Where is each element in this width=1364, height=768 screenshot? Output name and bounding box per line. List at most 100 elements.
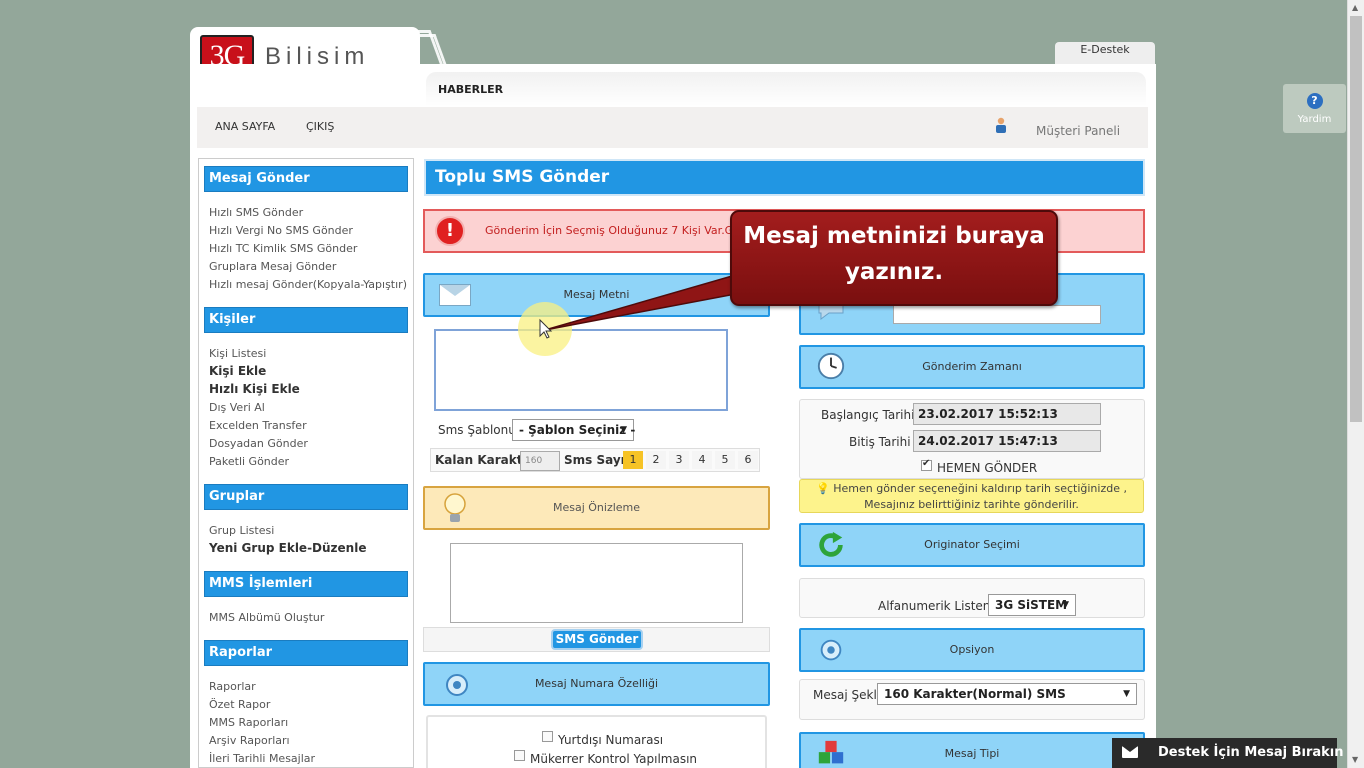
end-date-input[interactable]: 24.02.2017 15:47:13 bbox=[913, 430, 1101, 452]
support-chat-label: Destek İçin Mesaj Bırakın bbox=[1158, 745, 1344, 760]
instruction-callout: Mesaj metninizi buraya yazınız. bbox=[730, 210, 1058, 306]
sms-count-3: 3 bbox=[669, 451, 689, 469]
alert-text: Gönderim İçin Seçmiş Olduğunuz 7 Kişi Va… bbox=[485, 224, 740, 237]
sidebar-head-kisiler[interactable]: Kişiler bbox=[204, 307, 408, 333]
sidebar-item[interactable]: Hızlı mesaj Gönder(Kopyala-Yapıştır) bbox=[209, 278, 407, 291]
sidebar-item[interactable]: İleri Tarihli Mesajlar bbox=[209, 752, 315, 765]
warning-icon: ! bbox=[435, 216, 465, 246]
support-chat-button[interactable]: Destek İçin Mesaj Bırakın bbox=[1112, 738, 1343, 768]
message-type-value: 160 Karakter(Normal) SMS bbox=[884, 687, 1066, 701]
message-textarea[interactable] bbox=[434, 329, 728, 411]
sidebar-item[interactable]: Hızlı SMS Gönder bbox=[209, 206, 303, 219]
dropdown-arrow-icon: ▼ bbox=[620, 425, 627, 435]
alpha-list-label: Alfanumerik Listeniz bbox=[878, 599, 1001, 613]
sidebar-item[interactable]: Grup Listesi bbox=[209, 524, 274, 537]
cursor-highlight bbox=[518, 302, 572, 356]
remaining-input: 160 bbox=[520, 451, 560, 471]
originator-panel-label: Originator Seçimi bbox=[924, 538, 1020, 551]
sidebar-item[interactable]: Kişi Ekle bbox=[209, 364, 266, 378]
help-icon: ? bbox=[1306, 93, 1323, 109]
nav-home[interactable]: ANA SAYFA bbox=[215, 120, 275, 133]
scroll-down-icon[interactable]: ▼ bbox=[1352, 755, 1358, 764]
alpha-list-select[interactable]: 3G SiSTEM ▼ bbox=[988, 594, 1076, 616]
sidebar-item[interactable]: Gruplara Mesaj Gönder bbox=[209, 260, 336, 273]
start-date-input[interactable]: 23.02.2017 15:52:13 bbox=[913, 403, 1101, 425]
page-scrollbar[interactable]: ▲ ▼ bbox=[1347, 0, 1364, 768]
mail-icon bbox=[1122, 746, 1138, 758]
page-title: Toplu SMS Gönder bbox=[424, 159, 1145, 196]
option-panel: Opsiyon bbox=[799, 628, 1145, 672]
message-kind-panel: Mesaj Tipi bbox=[799, 732, 1145, 768]
gear-globe-icon bbox=[820, 639, 842, 661]
sender-input[interactable] bbox=[893, 305, 1101, 324]
cubes-icon bbox=[818, 740, 844, 764]
sidebar-item[interactable]: Arşiv Raporları bbox=[209, 734, 290, 747]
sidebar-item[interactable]: Kişi Listesi bbox=[209, 347, 266, 360]
number-feature-panel-label: Mesaj Numara Özelliği bbox=[534, 677, 659, 690]
sidebar-item[interactable]: MMS Raporları bbox=[209, 716, 288, 729]
sidebar-item[interactable]: Dış Veri Al bbox=[209, 401, 265, 414]
sidebar-item[interactable]: Hızlı Vergi No SMS Gönder bbox=[209, 224, 353, 237]
sidebar-head-gruplar[interactable]: Gruplar bbox=[204, 484, 408, 510]
number-feature-panel: Mesaj Numara Özelliği bbox=[423, 662, 770, 706]
originator-panel: Originator Seçimi bbox=[799, 523, 1145, 567]
sidebar-head-mesaj-gonder[interactable]: Mesaj Gönder bbox=[204, 166, 408, 192]
envelope-icon bbox=[439, 284, 471, 306]
sms-count-6: 6 bbox=[738, 451, 758, 469]
scroll-thumb[interactable] bbox=[1350, 16, 1362, 422]
scroll-up-icon[interactable]: ▲ bbox=[1352, 3, 1358, 12]
callout-line-2: yazınız. bbox=[844, 259, 944, 285]
send-now-checkbox[interactable] bbox=[921, 458, 932, 471]
sidebar-item[interactable]: Hızlı Kişi Ekle bbox=[209, 382, 300, 396]
sms-send-button[interactable]: SMS Gönder bbox=[551, 629, 643, 650]
news-tab bbox=[426, 72, 1146, 106]
sidebar-item[interactable]: Paketli Gönder bbox=[209, 455, 289, 468]
schedule-panel: Gönderim Zamanı bbox=[799, 345, 1145, 389]
template-label: Sms Şablonu: bbox=[438, 423, 520, 437]
tab-e-destek[interactable]: E-Destek bbox=[1055, 42, 1155, 65]
dropdown-arrow-icon: ▼ bbox=[1062, 600, 1069, 610]
message-kind-panel-label: Mesaj Tipi bbox=[944, 747, 1000, 760]
preview-panel: Mesaj Önizleme bbox=[423, 486, 770, 530]
start-date-label: Başlangıç Tarihi : bbox=[821, 408, 923, 422]
send-now-label: HEMEN GÖNDER bbox=[937, 461, 1038, 475]
nav-logout[interactable]: ÇIKIŞ bbox=[306, 120, 334, 133]
sms-count-2: 2 bbox=[646, 451, 666, 469]
duplicate-check-checkbox[interactable] bbox=[514, 750, 525, 761]
sidebar-head-raporlar[interactable]: Raporlar bbox=[204, 640, 408, 666]
foreign-number-label: Yurtdışı Numarası bbox=[558, 733, 664, 747]
sidebar-item[interactable]: MMS Albümü Oluştur bbox=[209, 611, 324, 624]
message-text-panel-label: Mesaj Metni bbox=[563, 288, 630, 301]
schedule-panel-label: Gönderim Zamanı bbox=[922, 360, 1022, 373]
preview-textarea[interactable] bbox=[450, 543, 743, 623]
template-select[interactable]: - Şablon Seçiniz - ▼ bbox=[512, 419, 636, 441]
sidebar-item[interactable]: Dosyadan Gönder bbox=[209, 437, 308, 450]
schedule-info-note: 💡 Hemen gönder seçeneğini kaldırıp tarih… bbox=[799, 479, 1144, 513]
user-icon bbox=[996, 117, 1006, 133]
sidebar-head-mms[interactable]: MMS İşlemleri bbox=[204, 571, 408, 597]
sms-count-1: 1 bbox=[623, 451, 643, 469]
preview-panel-label: Mesaj Önizleme bbox=[552, 501, 641, 514]
callout-line-1: Mesaj metninizi buraya bbox=[743, 223, 1045, 249]
gear-globe-icon bbox=[446, 674, 468, 696]
message-text-panel: Mesaj Metni bbox=[423, 273, 770, 317]
foreign-number-checkbox[interactable] bbox=[542, 731, 553, 742]
help-label: Yardim bbox=[1297, 114, 1332, 125]
sidebar-item[interactable]: Raporlar bbox=[209, 680, 256, 693]
sidebar-item[interactable]: Excelden Transfer bbox=[209, 419, 307, 432]
news-label[interactable]: HABERLER bbox=[438, 83, 503, 96]
sidebar-item[interactable]: Özet Rapor bbox=[209, 698, 270, 711]
help-button[interactable]: ? Yardim bbox=[1283, 84, 1346, 133]
sms-count-4: 4 bbox=[692, 451, 712, 469]
lightbulb-icon bbox=[444, 493, 466, 522]
sidebar-item[interactable]: Hızlı TC Kimlik SMS Gönder bbox=[209, 242, 357, 255]
template-select-value: - Şablon Seçiniz - bbox=[519, 423, 636, 437]
sidebar-item[interactable]: Yeni Grup Ekle-Düzenle bbox=[209, 541, 366, 555]
duplicate-check-label: Mükerrer Kontrol Yapılmasın bbox=[530, 752, 698, 766]
sms-count-5: 5 bbox=[715, 451, 735, 469]
message-type-select[interactable]: 160 Karakter(Normal) SMS ▼ bbox=[877, 683, 1137, 705]
dropdown-arrow-icon: ▼ bbox=[1123, 689, 1130, 699]
option-panel-label: Opsiyon bbox=[949, 643, 995, 656]
customer-panel-link[interactable]: Müşteri Paneli bbox=[1036, 124, 1120, 138]
lightbulb-icon: 💡 bbox=[816, 482, 834, 495]
